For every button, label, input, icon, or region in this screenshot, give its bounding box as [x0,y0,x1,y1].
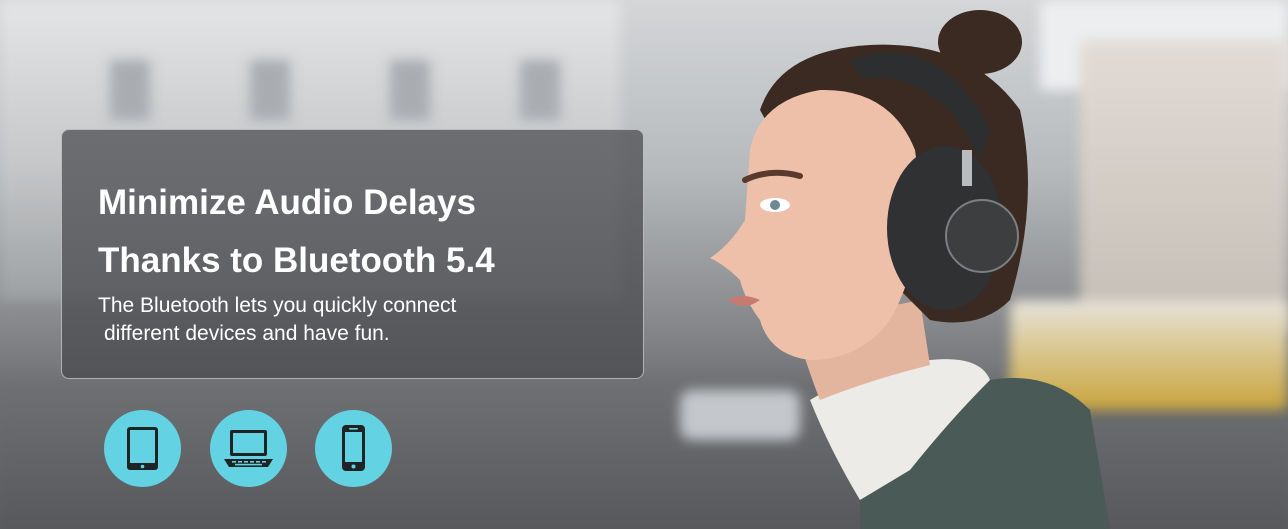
background-window [110,60,150,120]
background-window [250,60,290,120]
background-window [390,60,430,120]
tablet-icon [104,410,181,487]
device-icons [104,410,404,490]
subtext: The Bluetooth lets you quickly connect d… [98,292,456,348]
headline: Minimize Audio Delays Thanks to Bluetoot… [98,174,495,290]
headline-line-2: Thanks to Bluetooth 5.4 [98,241,495,280]
background-window [520,60,560,120]
subtext-line-2: different devices and have fun. [104,322,390,345]
laptop-icon [210,410,287,487]
smartphone-icon [315,410,392,487]
product-banner: Minimize Audio Delays Thanks to Bluetoot… [0,0,1288,529]
headphone-dial [945,199,1019,273]
eye-iris [770,200,780,210]
woman-with-headphones [710,10,1110,529]
hair-bun [938,10,1022,74]
text-panel: Minimize Audio Delays Thanks to Bluetoot… [61,129,644,379]
subtext-line-1: The Bluetooth lets you quickly connect [98,294,457,317]
headline-line-1: Minimize Audio Delays [98,183,476,222]
background-building-right [1080,40,1288,330]
headphone-hinge [962,150,972,186]
